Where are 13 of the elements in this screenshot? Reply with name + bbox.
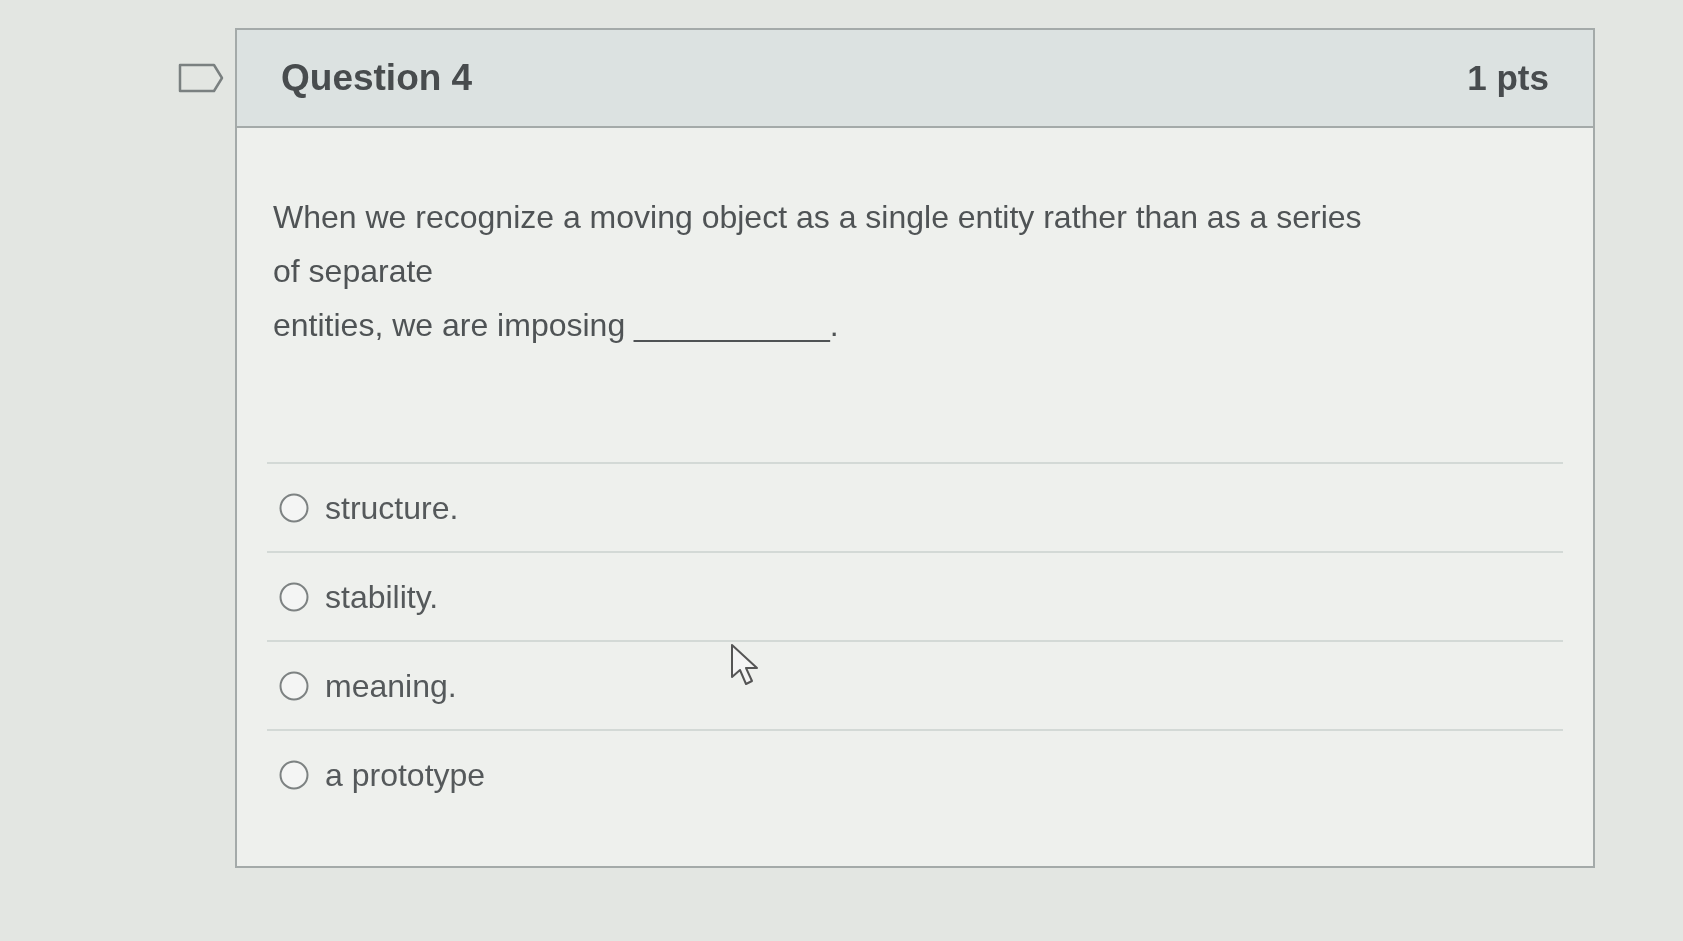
- option-label[interactable]: stability.: [325, 572, 439, 621]
- option-label[interactable]: a prototype: [325, 750, 486, 799]
- mouse-pointer-icon: [730, 643, 760, 687]
- flag-icon[interactable]: [178, 63, 224, 93]
- radio-icon[interactable]: [279, 581, 309, 612]
- radio-icon[interactable]: [279, 492, 309, 523]
- points-label: 1 pts: [1467, 56, 1549, 99]
- question-title: Question 4: [281, 56, 473, 101]
- question-text: When we recognize a moving object as a single entity rather than as a series of separate entities, we are imposing ___________.: [273, 198, 1363, 345]
- radio-icon[interactable]: [279, 759, 309, 790]
- option-label[interactable]: structure.: [325, 483, 459, 532]
- radio-icon[interactable]: [279, 670, 309, 701]
- option-label[interactable]: meaning.: [325, 661, 457, 710]
